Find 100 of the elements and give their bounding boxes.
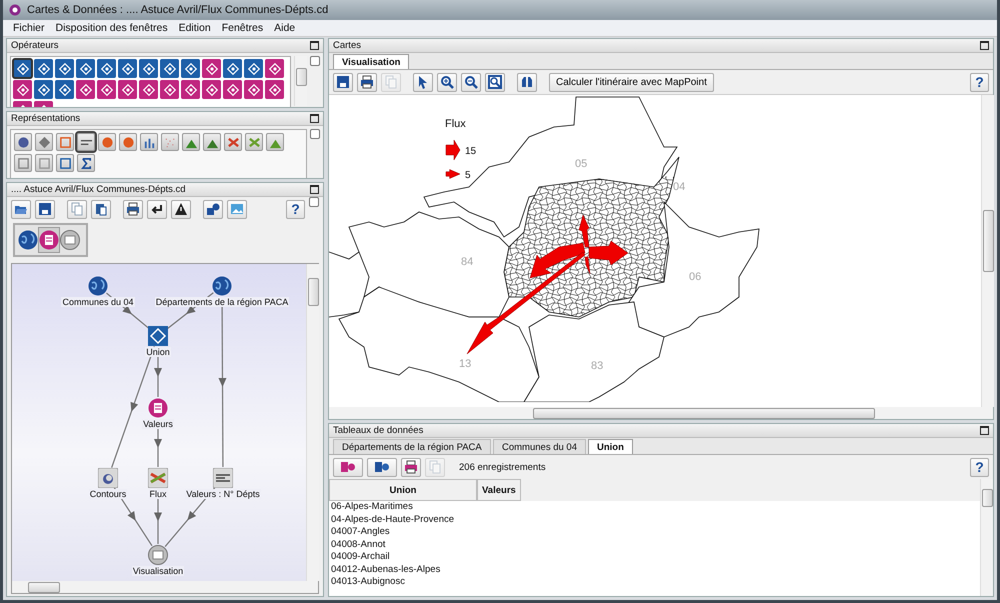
flow-icon[interactable] [148, 468, 168, 488]
representation-button[interactable] [77, 133, 95, 151]
maximize-icon[interactable] [310, 41, 319, 50]
maximize-icon[interactable] [980, 426, 989, 435]
operator-button[interactable] [265, 59, 284, 78]
toolbar-button[interactable] [461, 72, 481, 92]
help-button[interactable]: ? [970, 72, 989, 92]
representation-button[interactable] [119, 133, 137, 151]
help-button[interactable]: ? [286, 200, 305, 218]
toolbar-button[interactable] [147, 200, 167, 218]
toolbar-button[interactable] [401, 458, 421, 476]
toolbar-button[interactable] [35, 200, 55, 218]
circle-icon [16, 136, 30, 148]
menu-item[interactable]: Aide [274, 22, 296, 34]
node-view-icon[interactable] [148, 545, 168, 565]
labels-icon[interactable] [213, 468, 233, 488]
tab[interactable]: Communes du 04 [493, 439, 586, 454]
toolbar-button[interactable] [123, 200, 143, 218]
operator-button[interactable] [118, 59, 137, 78]
representation-button[interactable] [14, 133, 32, 151]
operator-button[interactable] [223, 80, 242, 99]
palette-data-icon[interactable] [39, 230, 59, 250]
operator-button[interactable] [223, 59, 242, 78]
toolbar-button[interactable] [413, 72, 433, 92]
representation-button[interactable] [56, 133, 74, 151]
representation-button[interactable] [203, 133, 221, 151]
toolbar-button[interactable] [171, 200, 191, 218]
operator-button[interactable] [202, 59, 221, 78]
operator-button[interactable] [139, 80, 158, 99]
representation-button[interactable] [224, 133, 242, 151]
column-header[interactable]: Valeurs [477, 479, 521, 501]
operator-button[interactable] [97, 80, 116, 99]
cross-icon [226, 136, 240, 148]
operator-button[interactable] [244, 80, 263, 99]
diamond-icon [226, 82, 240, 96]
scrollbar[interactable] [294, 56, 307, 106]
maximize-icon[interactable] [980, 41, 989, 50]
copy-icon [70, 202, 84, 216]
menu-item[interactable]: Edition [178, 22, 211, 34]
menu-item[interactable]: Fichier [13, 22, 45, 34]
representation-button[interactable] [14, 154, 32, 172]
panel-title: Tableaux de données [333, 425, 424, 436]
toolbar-button[interactable] [333, 72, 353, 92]
scrollbar[interactable] [981, 95, 994, 407]
operator-button[interactable] [118, 80, 137, 99]
operator-button[interactable] [34, 80, 53, 99]
maximize-icon[interactable] [310, 185, 319, 194]
help-button[interactable]: ? [970, 458, 989, 476]
operator-button[interactable] [181, 80, 200, 99]
menu-item[interactable]: Fenêtres [222, 22, 264, 34]
toolbar-button[interactable] [485, 72, 505, 92]
operator-button[interactable] [139, 59, 158, 78]
operator-button[interactable] [55, 80, 74, 99]
legend-title: Flux [445, 118, 466, 130]
tab[interactable]: Départements de la région PACA [333, 439, 491, 454]
operator-button[interactable] [76, 59, 95, 78]
representation-button[interactable] [98, 133, 116, 151]
contour-icon[interactable] [98, 468, 118, 488]
scrollbar[interactable] [980, 479, 993, 596]
node-label: Valeurs : N° Dépts [185, 489, 261, 499]
operator-button[interactable] [160, 80, 179, 99]
operator-button[interactable] [55, 59, 74, 78]
operator-button[interactable] [265, 80, 284, 99]
toolbar-button[interactable] [367, 458, 397, 476]
representation-button[interactable] [140, 133, 158, 151]
node-data-icon[interactable] [148, 398, 168, 418]
toolbar-button[interactable] [357, 72, 377, 92]
representation-button[interactable] [35, 133, 53, 151]
representation-button[interactable] [266, 133, 284, 151]
operator-icon[interactable] [148, 326, 168, 346]
menu-item[interactable]: Disposition des fenêtres [56, 22, 168, 34]
route-button[interactable]: Calculer l'itinéraire avec MapPoint [549, 72, 714, 92]
node-globe-icon[interactable] [212, 276, 232, 296]
toolbar-button[interactable] [437, 72, 457, 92]
operator-button[interactable] [97, 59, 116, 78]
maximize-icon[interactable] [310, 114, 319, 123]
diamond-icon [100, 62, 114, 76]
zoom-in-icon [440, 75, 454, 89]
column-header[interactable]: Union [329, 479, 477, 501]
operator-button[interactable] [76, 80, 95, 99]
palette-globe-icon[interactable] [18, 230, 38, 250]
operator-button[interactable] [34, 59, 53, 78]
toolbar-button[interactable] [203, 200, 223, 218]
operator-button[interactable] [181, 59, 200, 78]
operator-button[interactable] [13, 80, 32, 99]
palette-view-icon[interactable] [60, 230, 80, 250]
representation-button[interactable] [182, 133, 200, 151]
tab[interactable]: Visualisation [333, 54, 410, 69]
operator-button[interactable] [202, 80, 221, 99]
operator-button[interactable] [160, 59, 179, 78]
legend-value: 15 [465, 146, 476, 157]
representation-button[interactable] [77, 154, 95, 172]
tab[interactable]: Union [588, 439, 633, 454]
representation-button[interactable] [56, 154, 74, 172]
toolbar-button[interactable] [517, 72, 537, 92]
operator-button[interactable] [13, 59, 32, 78]
operator-button[interactable] [244, 59, 263, 78]
node-globe-icon[interactable] [88, 276, 108, 296]
panel-title: Cartes [333, 40, 361, 51]
toolbar-button[interactable] [91, 200, 111, 218]
